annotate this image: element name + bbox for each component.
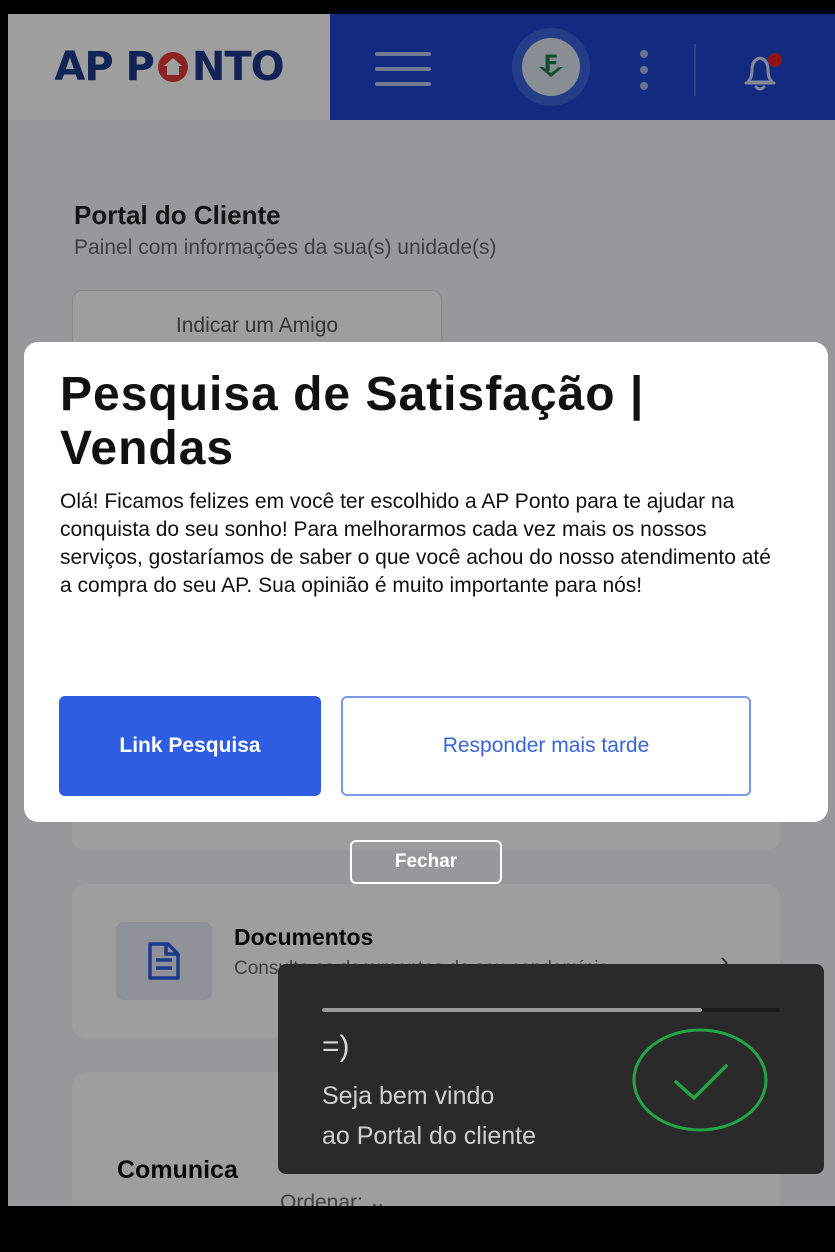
app-screen: AP P NTO F Portal do Cliente Painel com … [8,14,835,1206]
checkmark-icon [632,1028,768,1132]
survey-link-button[interactable]: Link Pesquisa [59,696,321,796]
survey-modal: Pesquisa de Satisfação | Vendas Olá! Fic… [24,342,828,822]
toast-progress-bar [322,1008,780,1012]
toast-message: Seja bem vindo ao Portal do cliente [322,1082,537,1150]
toast-emoji: =) [322,1030,350,1063]
close-button[interactable]: Fechar [350,840,502,884]
answer-later-button[interactable]: Responder mais tarde [341,696,751,796]
welcome-toast[interactable]: =) Seja bem vindo ao Portal do cliente [278,964,824,1174]
toast-progress-fill [322,1008,703,1012]
modal-title: Pesquisa de Satisfação | Vendas [60,368,645,475]
modal-body: Olá! Ficamos felizes em você ter escolhi… [60,490,771,597]
